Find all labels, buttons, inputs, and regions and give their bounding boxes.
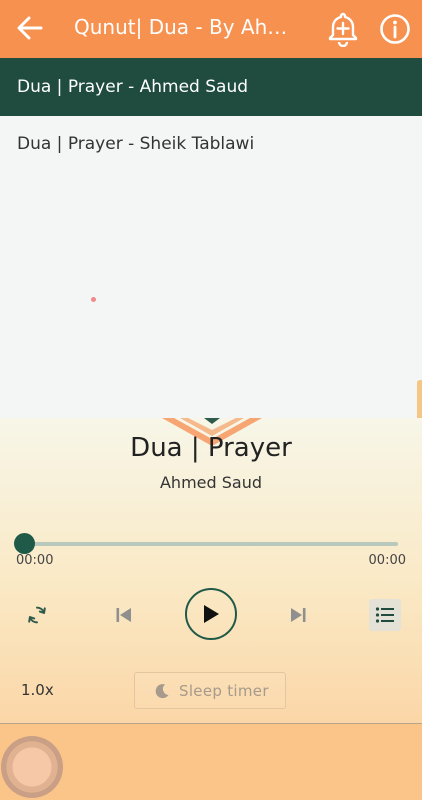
seek-bar[interactable]: [24, 542, 398, 546]
moon-icon: [155, 684, 169, 699]
skip-next-icon: [291, 608, 306, 622]
seek-thumb[interactable]: [14, 533, 35, 554]
elapsed-time: 00:00: [16, 553, 54, 568]
sleep-timer-button[interactable]: Sleep timer: [134, 672, 286, 709]
previous-button[interactable]: [113, 604, 135, 626]
floating-avatar[interactable]: [1, 736, 63, 798]
list-icon: [375, 607, 394, 623]
repeat-button[interactable]: [24, 602, 50, 628]
player-panel: Dua | Prayer Ahmed Saud 00:00 00:00 1.0x…: [0, 418, 422, 724]
repeat-icon: [28, 606, 46, 624]
bell-plus-icon[interactable]: [326, 11, 360, 47]
total-time: 00:00: [368, 553, 406, 568]
track-artist: Ahmed Saud: [159, 473, 262, 492]
playback-speed[interactable]: 1.0x: [21, 681, 54, 699]
page-title: Qunut| Dua - By Ahmed Saud: [74, 15, 304, 39]
next-button[interactable]: [287, 604, 309, 626]
sleep-timer-label: Sleep timer: [179, 682, 269, 700]
info-icon[interactable]: [379, 13, 411, 45]
playlist-item-active[interactable]: Dua | Prayer - Ahmed Saud: [0, 58, 422, 116]
play-icon: [204, 605, 219, 623]
track-title: Dua | Prayer: [130, 433, 292, 463]
back-arrow-icon[interactable]: [14, 12, 46, 44]
decorative-dot: [91, 297, 96, 302]
play-button[interactable]: [185, 588, 237, 640]
skip-previous-icon: [116, 608, 131, 622]
app-bar: Qunut| Dua - By Ahmed Saud: [0, 0, 422, 58]
bottom-bar: [0, 724, 422, 800]
playlist-item[interactable]: Dua | Prayer - Sheik Tablawi: [0, 116, 422, 172]
playlist-button[interactable]: [369, 599, 401, 631]
